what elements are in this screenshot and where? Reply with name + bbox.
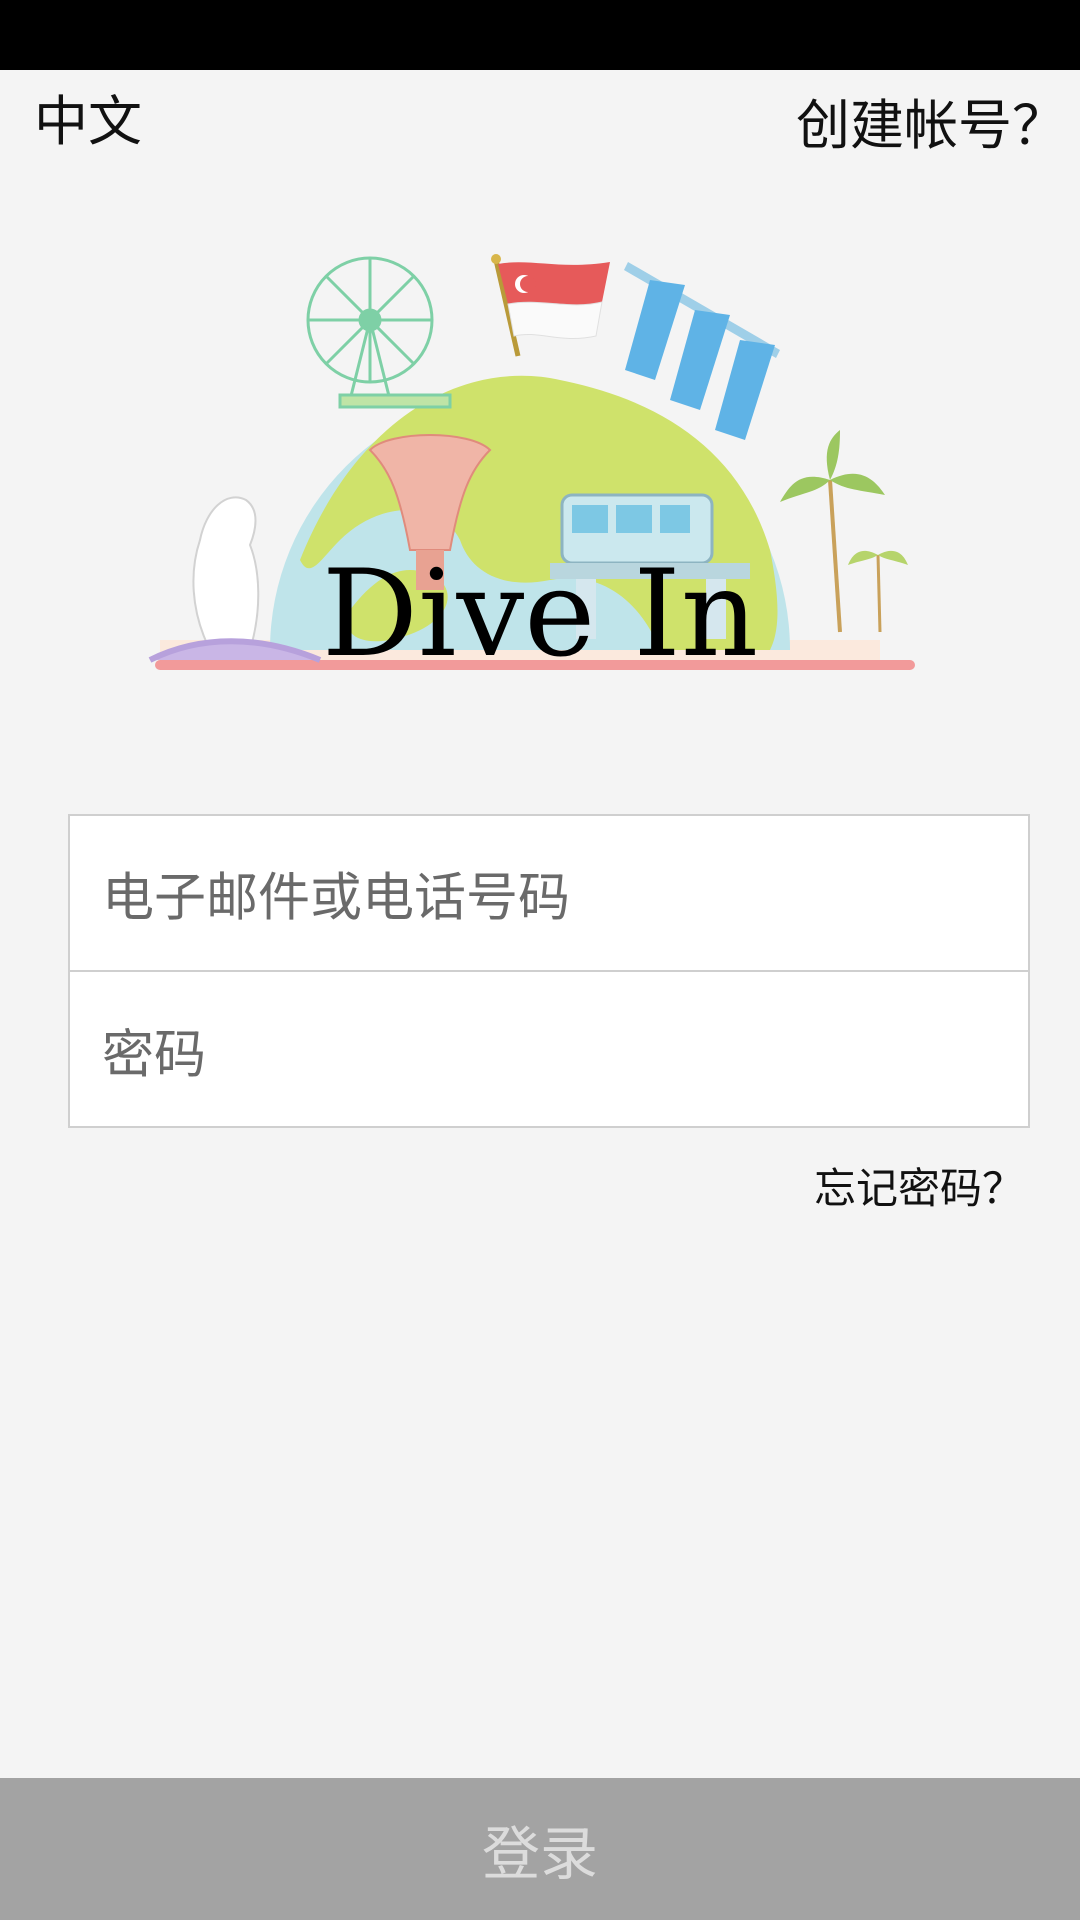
singapore-flag-icon: [491, 254, 610, 357]
login-form: 电子邮件或电话号码 密码: [68, 814, 1030, 1128]
password-placeholder: 密码: [102, 1025, 207, 1086]
login-button[interactable]: 登录: [0, 1778, 1080, 1920]
ferris-wheel-icon: [306, 256, 452, 409]
email-field[interactable]: 电子邮件或电话号码: [70, 816, 1028, 972]
status-bar: [0, 0, 1080, 70]
login-button-label: 登录: [481, 1820, 598, 1888]
email-placeholder: 电子邮件或电话号码: [102, 868, 571, 929]
language-toggle[interactable]: 中文: [34, 86, 142, 158]
password-field[interactable]: 密码: [70, 972, 1028, 1128]
app-title: Dive In: [321, 545, 759, 684]
forgot-password-link[interactable]: 忘记密码？: [814, 1155, 1024, 1216]
create-account-link[interactable]: 创建帐号？: [796, 90, 1066, 162]
